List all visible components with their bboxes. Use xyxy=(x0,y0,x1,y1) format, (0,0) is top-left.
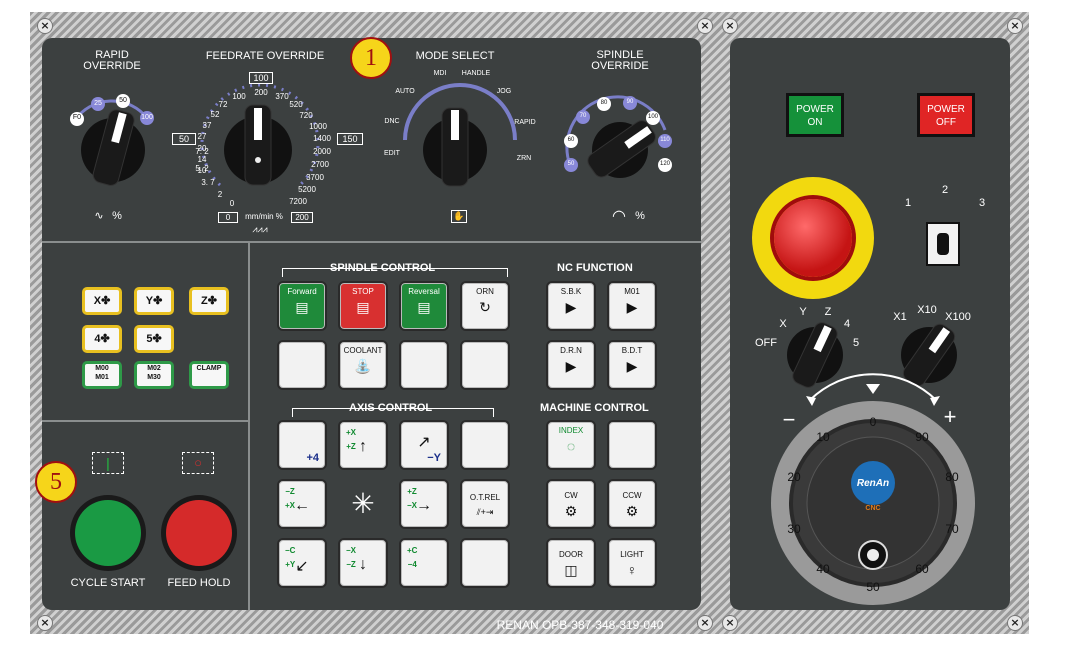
handwheel-minus: − xyxy=(782,407,796,432)
handwheel-plus: + xyxy=(943,404,957,429)
manual-pulse-handwheel[interactable] xyxy=(771,401,975,605)
